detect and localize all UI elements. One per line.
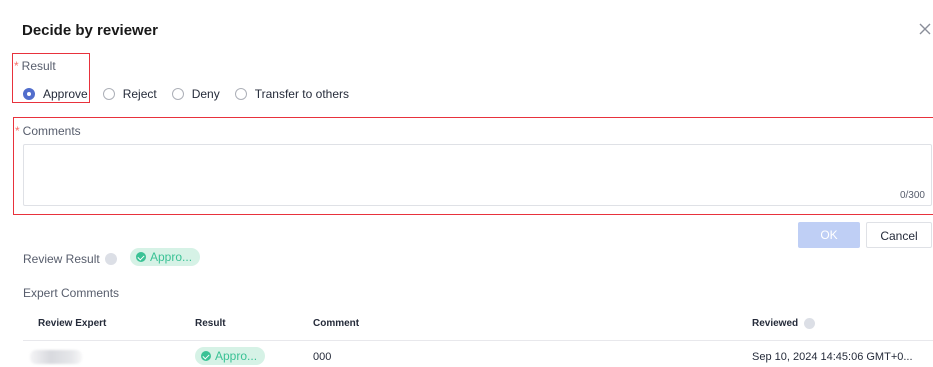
result-radio-group: Approve Reject Deny Transfer to others <box>23 87 364 101</box>
column-header-reviewed-label: Reviewed <box>752 318 799 329</box>
cancel-button[interactable]: Cancel <box>866 222 932 248</box>
table-header-divider <box>23 340 933 341</box>
dialog-title: Decide by reviewer <box>22 22 158 39</box>
radio-approve-label[interactable]: Approve <box>43 87 88 101</box>
ok-button[interactable]: OK <box>798 222 860 248</box>
column-header-result: Result <box>195 318 226 329</box>
check-circle-icon <box>136 252 146 262</box>
radio-approve[interactable]: Approve <box>23 87 88 101</box>
comments-textarea[interactable]: 0/300 <box>23 144 932 206</box>
radio-approve-circle[interactable] <box>23 88 35 100</box>
radio-transfer[interactable]: Transfer to others <box>234 87 349 101</box>
blurred-expert-name <box>30 350 82 364</box>
radio-deny-circle[interactable] <box>171 88 184 100</box>
close-icon[interactable] <box>918 22 932 36</box>
column-header-review-expert: Review Expert <box>38 318 107 329</box>
row-status-badge: Appro... <box>195 347 266 365</box>
status-badge: Appro... <box>130 248 201 266</box>
radio-reject-label[interactable]: Reject <box>123 87 157 101</box>
comments-label: Comments <box>22 124 81 138</box>
result-label: Result <box>21 59 56 73</box>
radio-transfer-label[interactable]: Transfer to others <box>255 87 349 101</box>
status-badge-text: Appro... <box>150 250 193 264</box>
row-status-badge-text: Appro... <box>215 349 258 363</box>
radio-deny-label[interactable]: Deny <box>192 87 220 101</box>
review-result-label: Review Result <box>23 252 100 266</box>
row-reviewed-time: Sep 10, 2024 14:45:06 GMT+0... <box>752 351 913 363</box>
column-header-reviewed[interactable]: Reviewed <box>752 318 816 329</box>
sort-icon[interactable] <box>804 318 816 329</box>
required-mark: * <box>15 124 20 138</box>
check-circle-icon <box>201 351 211 361</box>
expert-comments-heading: Expert Comments <box>23 286 120 300</box>
result-label-row: * Result <box>14 59 56 73</box>
radio-deny[interactable]: Deny <box>171 87 220 101</box>
comments-label-row: * Comments <box>15 124 81 138</box>
required-mark: * <box>14 59 19 73</box>
row-comment: 000 <box>313 351 332 363</box>
radio-transfer-circle[interactable] <box>234 88 247 100</box>
comments-char-counter: 0/300 <box>899 190 925 201</box>
column-header-comment: Comment <box>313 318 360 329</box>
radio-reject-circle[interactable] <box>102 88 115 100</box>
help-icon[interactable] <box>104 253 117 265</box>
radio-reject[interactable]: Reject <box>102 87 157 101</box>
review-result-row: Review Result <box>23 252 117 266</box>
